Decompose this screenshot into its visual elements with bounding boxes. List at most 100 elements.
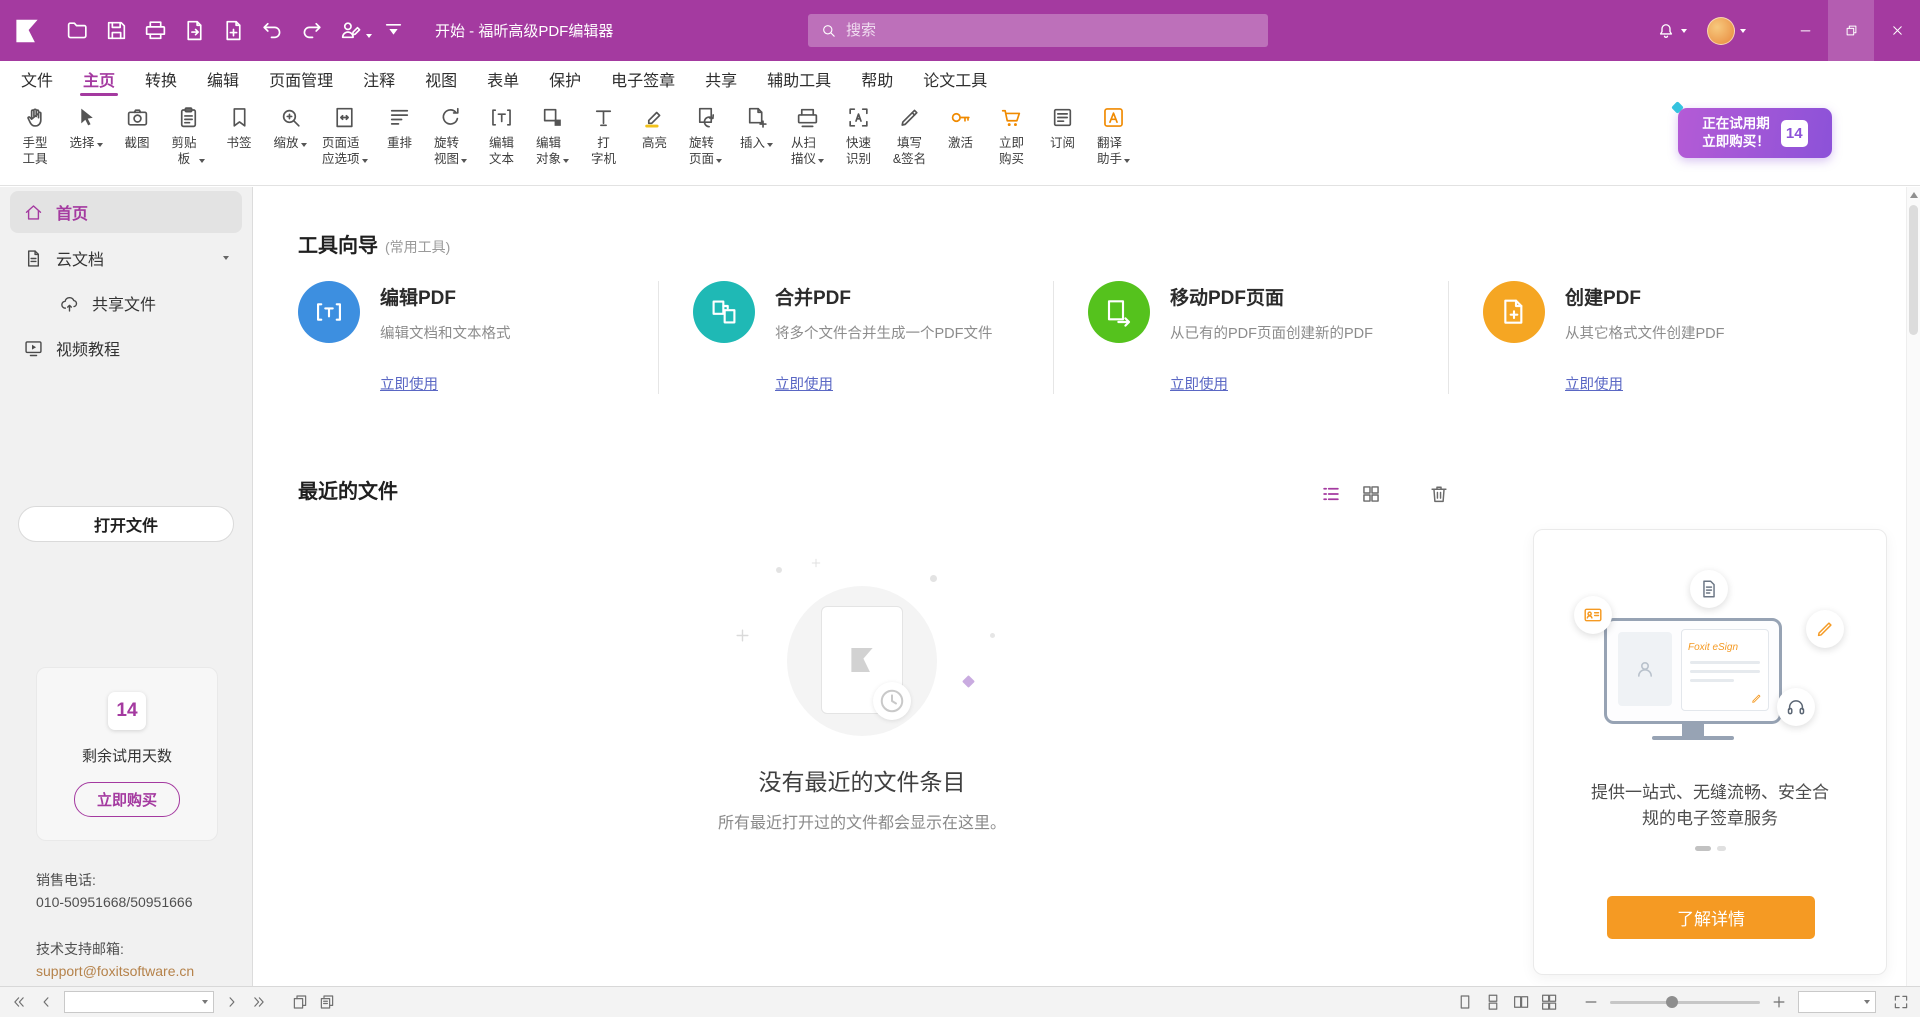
menu-item-protect[interactable]: 保护 — [534, 61, 596, 96]
sidebar-item-label: 云文档 — [56, 246, 104, 270]
expand-caret-icon[interactable] — [223, 256, 229, 260]
edit-text-tool[interactable]: 编辑 文本 — [479, 103, 525, 167]
menu-item-comment[interactable]: 注释 — [348, 61, 410, 96]
scrollbar-thumb[interactable] — [1909, 205, 1918, 335]
zoom-in-icon[interactable] — [1770, 993, 1788, 1011]
dropdown-caret-icon[interactable] — [1864, 1000, 1870, 1004]
redo-icon[interactable] — [299, 18, 324, 43]
trial-banner[interactable]: 正在试用期 立即购买！ 14 — [1678, 108, 1832, 158]
menu-item-convert[interactable]: 转换 — [130, 61, 192, 96]
snapshot-tool[interactable]: 截图 — [114, 103, 160, 151]
open-file-icon[interactable] — [65, 18, 90, 43]
export-icon[interactable] — [182, 18, 207, 43]
sparkle-dot — [990, 633, 995, 638]
notifications-button[interactable] — [1656, 21, 1687, 41]
account-menu[interactable] — [1707, 17, 1746, 45]
rotate-view-tool[interactable]: 旋转 视图 — [428, 103, 474, 167]
chevron-down-icon[interactable] — [366, 34, 372, 38]
empty-state-title: 没有最近的文件条目 — [254, 763, 1470, 797]
undo-icon[interactable] — [260, 18, 285, 43]
zoom-slider[interactable] — [1610, 1001, 1760, 1004]
activate-tool[interactable]: 激活 — [938, 103, 984, 151]
facing-continuous-icon[interactable] — [1540, 993, 1558, 1011]
rotate-pages-tool[interactable]: 旋转 页面 — [683, 103, 729, 167]
use-now-link[interactable]: 立即使用 — [1565, 373, 1623, 394]
menu-item-file[interactable]: 文件 — [6, 61, 68, 96]
fill-sign-tool[interactable]: 填写 &签名 — [887, 103, 933, 167]
insert-pages-tool[interactable]: 插入 — [734, 103, 780, 151]
prev-page-icon[interactable] — [37, 993, 55, 1011]
search-box[interactable] — [808, 14, 1268, 47]
zoom-value-input[interactable] — [1812, 995, 1860, 1010]
page-copy-icon[interactable] — [291, 993, 309, 1011]
sparkle-plus-icon — [810, 557, 822, 569]
page-number-input[interactable] — [70, 995, 202, 1010]
single-page-icon[interactable] — [1456, 993, 1474, 1011]
menu-item-edit[interactable]: 编辑 — [192, 61, 254, 96]
menu-item-share[interactable]: 共享 — [690, 61, 752, 96]
translate-tool[interactable]: 翻译 助手 — [1091, 103, 1137, 167]
dropdown-caret-icon[interactable] — [202, 1000, 208, 1004]
edit-object-tool[interactable]: 编辑 对象 — [530, 103, 576, 167]
sidebar-item-video-tutorials[interactable]: 视频教程 — [10, 327, 242, 369]
carousel-dot[interactable] — [1717, 846, 1726, 851]
menu-item-paper-tools[interactable]: 论文工具 — [908, 61, 1002, 96]
customize-toolbar-icon[interactable] — [381, 18, 406, 43]
zoom-out-icon[interactable] — [1582, 993, 1600, 1011]
avatar[interactable] — [1707, 17, 1735, 45]
fullscreen-icon[interactable] — [1892, 993, 1910, 1011]
restore-button[interactable] — [1828, 0, 1874, 61]
menu-item-home[interactable]: 主页 — [68, 61, 130, 96]
zoom-value-box[interactable] — [1798, 991, 1876, 1013]
dropdown-caret-icon — [563, 159, 569, 163]
save-icon[interactable] — [104, 18, 129, 43]
clipboard-tool[interactable]: 剪贴 板 — [165, 103, 211, 167]
ocr-tool[interactable]: 快速 识别 — [836, 103, 882, 167]
zoom-slider-thumb[interactable] — [1666, 996, 1678, 1008]
print-icon[interactable] — [143, 18, 168, 43]
reflow-tool[interactable]: 重排 — [377, 103, 423, 151]
scan-tool[interactable]: 从扫 描仪 — [785, 103, 831, 167]
menu-item-view[interactable]: 视图 — [410, 61, 472, 96]
scroll-up-icon[interactable] — [1910, 192, 1918, 198]
hand-tool[interactable]: 手型 工具 — [12, 103, 58, 167]
subscribe-tool[interactable]: 订阅 — [1040, 103, 1086, 151]
zoom-tool[interactable]: 缩放 — [267, 103, 313, 151]
sidebar-item-home[interactable]: 首页 — [10, 191, 242, 233]
esign-icon[interactable] — [338, 18, 363, 43]
close-button[interactable] — [1874, 0, 1920, 61]
buy-now-button[interactable]: 立即购买 — [74, 782, 180, 817]
buy-now-tool[interactable]: 立即 购买 — [989, 103, 1035, 167]
typewriter-tool[interactable]: 打 字机 — [581, 103, 627, 167]
select-tool[interactable]: 选择 — [63, 103, 109, 151]
sidebar-item-cloud-docs[interactable]: 云文档 — [10, 237, 242, 279]
continuous-page-icon[interactable] — [1484, 993, 1502, 1011]
menu-item-page-manage[interactable]: 页面管理 — [254, 61, 348, 96]
tool-card-create-pdf[interactable]: 创建PDF 从其它格式文件创建PDF 立即使用 — [1448, 281, 1843, 394]
cloud-doc-icon — [23, 248, 44, 269]
fit-page-tool[interactable]: 页面适 应选项 — [318, 103, 372, 167]
menu-item-help[interactable]: 帮助 — [846, 61, 908, 96]
support-email-link[interactable]: support@foxitsoftware.cn — [36, 960, 194, 982]
open-file-button[interactable]: 打开文件 — [18, 506, 234, 542]
highlight-tool[interactable]: 高亮 — [632, 103, 678, 151]
esign-brand-text: Foxit eSign — [1688, 642, 1738, 653]
carousel-dot[interactable] — [1695, 846, 1711, 851]
menu-item-form[interactable]: 表单 — [472, 61, 534, 96]
menu-item-esign[interactable]: 电子签章 — [596, 61, 690, 96]
next-page-icon[interactable] — [223, 993, 241, 1011]
sidebar-item-shared-files[interactable]: 共享文件 — [46, 283, 242, 323]
facing-pages-icon[interactable] — [1512, 993, 1530, 1011]
pages-copy-icon[interactable] — [318, 993, 336, 1011]
minimize-button[interactable] — [1782, 0, 1828, 61]
menu-item-accessibility[interactable]: 辅助工具 — [752, 61, 846, 96]
vertical-scrollbar[interactable] — [1906, 187, 1920, 986]
learn-more-button[interactable]: 了解详情 — [1607, 896, 1815, 939]
signature-pen-icon — [1806, 610, 1844, 648]
page-number-box[interactable] — [64, 991, 214, 1013]
search-input[interactable] — [846, 22, 1256, 39]
new-doc-icon[interactable] — [221, 18, 246, 43]
first-page-icon[interactable] — [10, 993, 28, 1011]
last-page-icon[interactable] — [250, 993, 268, 1011]
bookmark-tool[interactable]: 书签 — [216, 103, 262, 151]
